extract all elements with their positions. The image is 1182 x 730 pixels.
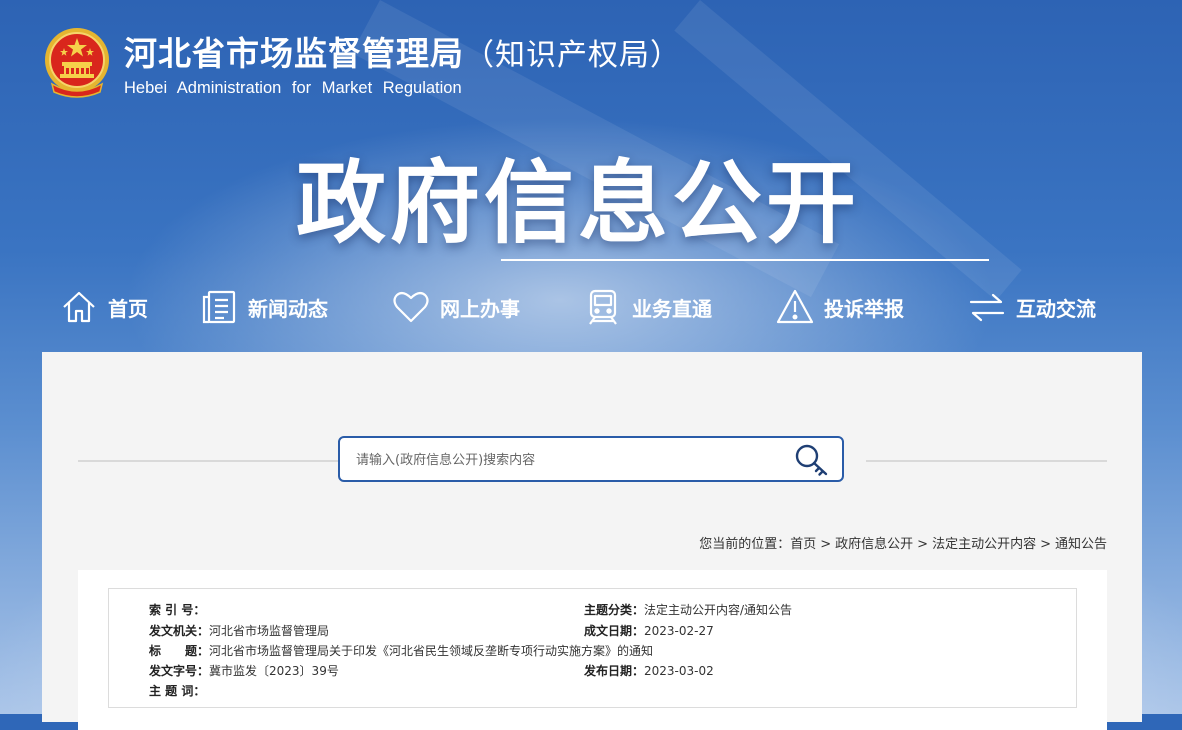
site-title-main: 河北省市场监督管理局 — [124, 34, 464, 73]
home-icon — [63, 291, 95, 323]
nav-label-online-service: 网上办事 — [440, 296, 520, 321]
meta-doc-number: 发文字号：冀市监发〔2023〕39号 — [149, 664, 339, 678]
banner-title: 政府信息公开 — [296, 151, 860, 256]
national-emblem-icon — [42, 26, 112, 98]
search-divider-right — [866, 460, 1107, 462]
search-box — [338, 436, 844, 482]
nav-label-complaint: 投诉举报 — [824, 296, 904, 321]
nav-label-interaction: 互动交流 — [1016, 296, 1096, 321]
content-panel: 您当前的位置：首页>政府信息公开>法定主动公开内容>通知公告 索 引 号： 主题… — [42, 352, 1142, 730]
site-title: 河北省市场监督管理局（知识产权局） — [124, 27, 681, 75]
meta-created-date: 成文日期：2023-02-27 — [584, 624, 714, 638]
nav-item-interaction[interactable]: 互动交流 — [968, 280, 1096, 334]
meta-title: 标 题：河北省市场监督管理局关于印发《河北省民生领域反垄断专项行动实施方案》的通… — [149, 644, 654, 658]
document-meta-table: 索 引 号： 主题分类：法定主动公开内容/通知公告 发文机关：河北省市场监督管理… — [108, 588, 1077, 708]
nav-label-news: 新闻动态 — [248, 296, 328, 321]
nav-item-online-service[interactable]: 网上办事 — [392, 280, 520, 334]
news-icon — [202, 290, 236, 324]
search-button[interactable] — [794, 443, 830, 477]
breadcrumb-home[interactable]: 首页 — [790, 537, 816, 552]
nav-item-business-direct[interactable]: 业务直通 — [584, 280, 712, 334]
nav-item-complaint[interactable]: 投诉举报 — [776, 280, 904, 334]
breadcrumb-gov-info[interactable]: 政府信息公开 — [835, 537, 913, 552]
site-title-paren: （知识产权局） — [464, 38, 681, 73]
nav-label-home: 首页 — [108, 296, 148, 321]
breadcrumb-statutory[interactable]: 法定主动公开内容 — [932, 537, 1036, 552]
breadcrumb-notices[interactable]: 通知公告 — [1055, 537, 1107, 552]
train-icon — [589, 289, 617, 325]
search-input[interactable] — [354, 438, 778, 482]
breadcrumb: 您当前的位置：首页 > 政府信息公开 > 法定主动公开内容 > 通知公告 — [699, 537, 1107, 552]
swap-arrows-icon — [969, 293, 1005, 322]
nav-item-home[interactable]: 首页 — [60, 280, 148, 334]
search-key-icon — [795, 444, 828, 476]
meta-index: 索 引 号： — [149, 603, 206, 617]
site-subtitle: Hebei Administration for Market Regulati… — [124, 79, 462, 97]
warning-icon — [776, 289, 814, 324]
meta-published-date: 发布日期：2023-03-02 — [584, 664, 714, 678]
meta-issuer: 发文机关：河北省市场监督管理局 — [149, 624, 330, 638]
nav-item-news[interactable]: 新闻动态 — [200, 280, 328, 334]
breadcrumb-prefix: 您当前的位置： — [699, 537, 791, 552]
heart-icon — [393, 291, 429, 323]
banner-underline — [501, 259, 989, 261]
search-divider-left — [78, 460, 360, 462]
nav-label-business-direct: 业务直通 — [632, 296, 712, 321]
meta-category: 主题分类：法定主动公开内容/通知公告 — [584, 603, 793, 617]
main-nav: 首页 新闻动态 网上办事 业务直通 投诉举报 互动交流 — [0, 280, 1182, 340]
meta-keywords: 主 题 词： — [149, 684, 206, 698]
document-meta-section: 索 引 号： 主题分类：法定主动公开内容/通知公告 发文机关：河北省市场监督管理… — [78, 570, 1107, 730]
